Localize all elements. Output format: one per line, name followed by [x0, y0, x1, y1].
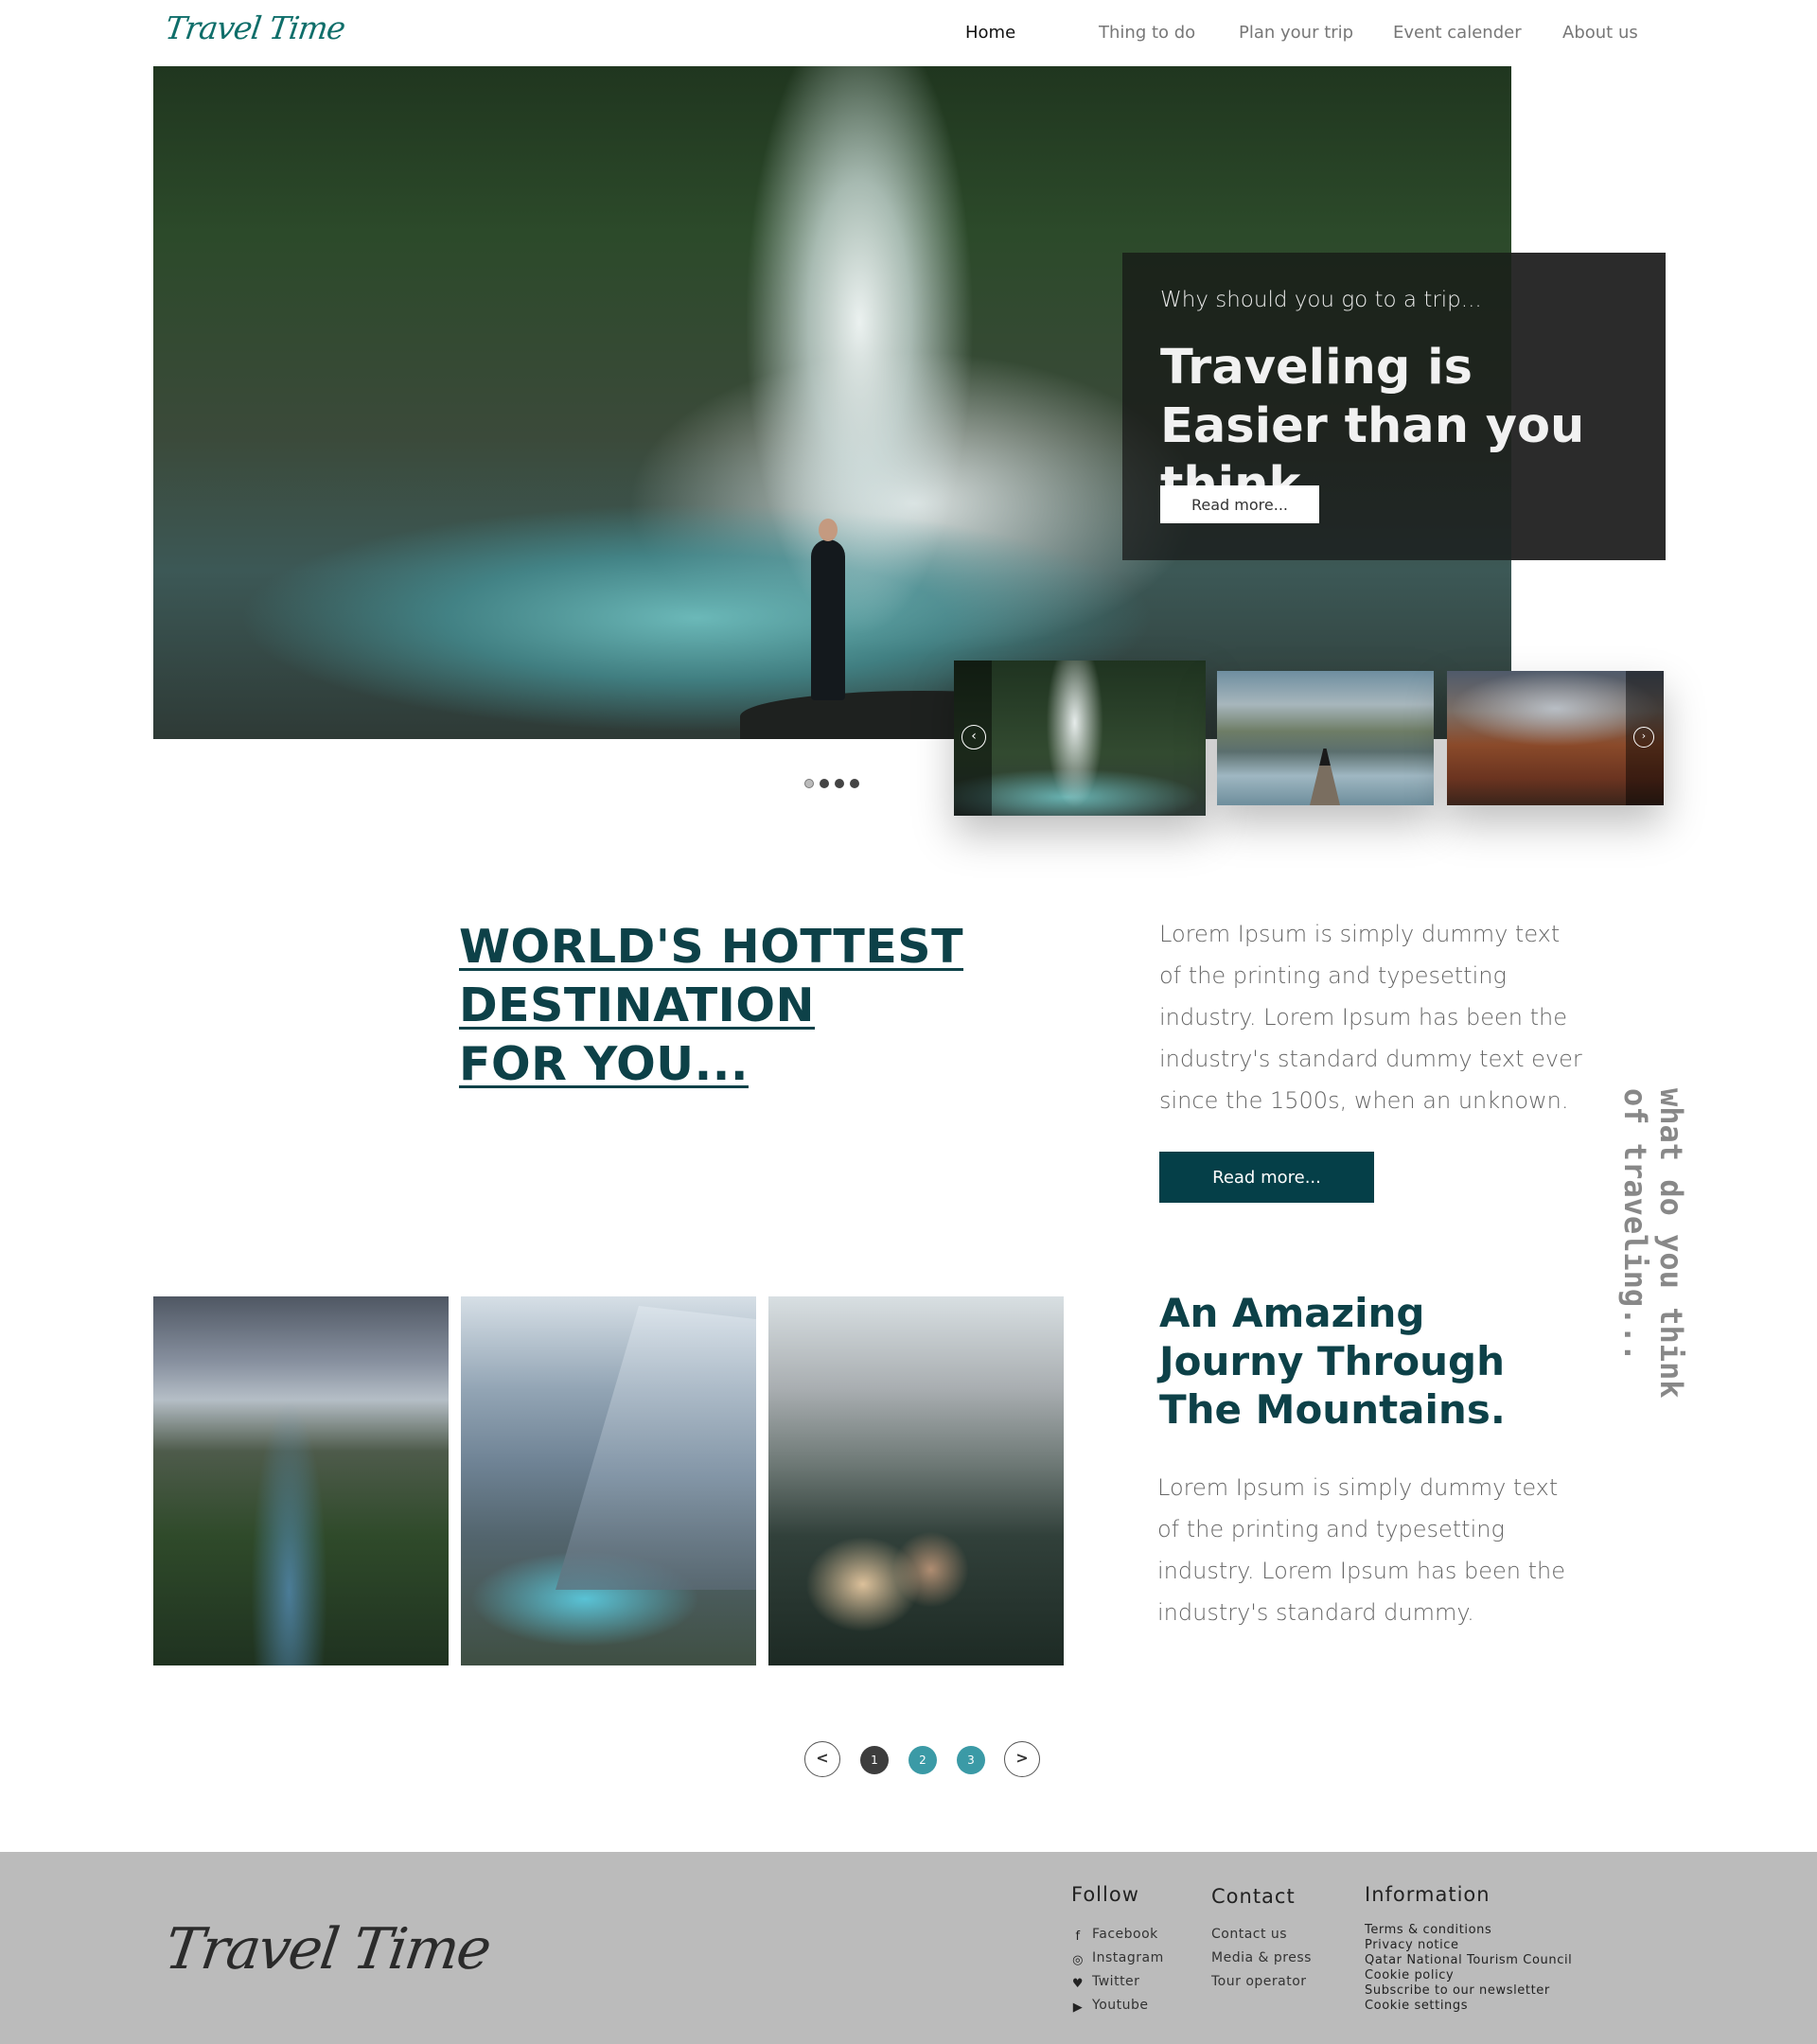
journey-paragraph: Lorem Ipsum is simply dummy text of the … — [1157, 1474, 1565, 1626]
nav-plan-your-trip[interactable]: Plan your trip — [1239, 23, 1353, 43]
slide-dot[interactable] — [850, 778, 859, 788]
slide-dot[interactable] — [820, 778, 829, 788]
footer-link-label: Facebook — [1092, 1927, 1158, 1942]
pagination-next-button[interactable]: > — [1004, 1741, 1040, 1777]
thumbnail-canyon[interactable] — [1447, 671, 1664, 805]
footer-link-newsletter[interactable]: Subscribe to our newsletter — [1365, 1983, 1572, 1999]
nav-event-calendar[interactable]: Event calender — [1393, 23, 1522, 43]
hero-read-more-button[interactable]: Read more... — [1160, 485, 1319, 523]
hero-hiker — [811, 519, 845, 700]
chevron-right-icon[interactable]: › — [1633, 727, 1654, 748]
page-3-button[interactable]: 3 — [957, 1746, 985, 1774]
destination-read-more-button[interactable]: Read more... — [1159, 1152, 1374, 1203]
slide-dot[interactable] — [804, 778, 814, 788]
footer-link-privacy[interactable]: Privacy notice — [1365, 1938, 1572, 1953]
thumbnail-lake-pier[interactable] — [1217, 671, 1434, 805]
gallery-image-canyon-river[interactable] — [153, 1296, 449, 1665]
twitter-icon: ♥ — [1071, 1977, 1085, 1991]
page-2-button[interactable]: 2 — [908, 1746, 937, 1774]
chevron-left-icon[interactable]: ‹ — [961, 725, 986, 749]
youtube-icon: ▶ — [1072, 2000, 1084, 2015]
nav-about-us[interactable]: About us — [1562, 23, 1638, 43]
footer-logo[interactable]: Travel Time — [161, 1916, 494, 1982]
footer-link-terms[interactable]: Terms & conditions — [1365, 1923, 1572, 1938]
slide-dot[interactable] — [835, 778, 844, 788]
destination-heading[interactable]: WORLD'S HOTTEST DESTINATION FOR YOU... — [459, 918, 989, 1094]
nav-things-to-do[interactable]: Thing to do — [1099, 23, 1195, 43]
footer-link-youtube[interactable]: ▶ Youtube — [1071, 1998, 1149, 2015]
footer-link-media-press[interactable]: Media & press — [1211, 1950, 1312, 1965]
facebook-icon: f — [1075, 1929, 1081, 1944]
footer-information-title: Information — [1365, 1883, 1491, 1906]
destination-heading-line: WORLD'S HOTTEST — [459, 920, 964, 974]
footer-link-label: Twitter — [1092, 1974, 1140, 1989]
destination-paragraph: Lorem Ipsum is simply dummy text of the … — [1159, 921, 1582, 1114]
thumbnail-waterfall[interactable] — [954, 661, 1206, 816]
footer-link-facebook[interactable]: f Facebook — [1071, 1927, 1158, 1944]
footer-link-cookie-settings[interactable]: Cookie settings — [1365, 1999, 1572, 2014]
footer-information-list: Terms & conditions Privacy notice Qatar … — [1365, 1923, 1572, 2014]
footer-link-cookie-policy[interactable]: Cookie policy — [1365, 1968, 1572, 1983]
footer-contact-title: Contact — [1211, 1885, 1296, 1908]
footer-link-label: Instagram — [1092, 1950, 1164, 1965]
footer-link-tour-operator[interactable]: Tour operator — [1211, 1974, 1307, 1989]
footer-link-twitter[interactable]: ♥ Twitter — [1071, 1974, 1139, 1991]
gallery-image-mountain-lake[interactable] — [461, 1296, 756, 1665]
destination-heading-line: DESTINATION — [459, 978, 816, 1032]
destination-heading-line: FOR YOU... — [459, 1037, 749, 1091]
footer-link-qntc[interactable]: Qatar National Tourism Council — [1365, 1953, 1572, 1968]
footer-link-contact-us[interactable]: Contact us — [1211, 1927, 1287, 1942]
pagination-prev-button[interactable]: < — [804, 1741, 840, 1777]
footer-link-instagram[interactable]: ◎ Instagram — [1071, 1950, 1164, 1967]
footer-follow-title: Follow — [1071, 1883, 1139, 1906]
gallery-image-hikers[interactable] — [768, 1296, 1064, 1665]
slide-dots — [804, 775, 865, 788]
vertical-tagline: what do you think of traveling... — [1617, 1088, 1689, 1399]
hero-subtitle: Why should you go to a trip... — [1160, 288, 1482, 312]
journey-heading: An Amazing Journy Through The Mountains. — [1159, 1290, 1506, 1433]
instagram-icon: ◎ — [1072, 1953, 1084, 1967]
footer-link-label: Youtube — [1092, 1998, 1149, 2013]
nav-home[interactable]: Home — [965, 23, 1015, 43]
page-1-button[interactable]: 1 — [860, 1746, 889, 1774]
main-nav: Home Thing to do Plan your trip Event ca… — [0, 23, 1817, 47]
